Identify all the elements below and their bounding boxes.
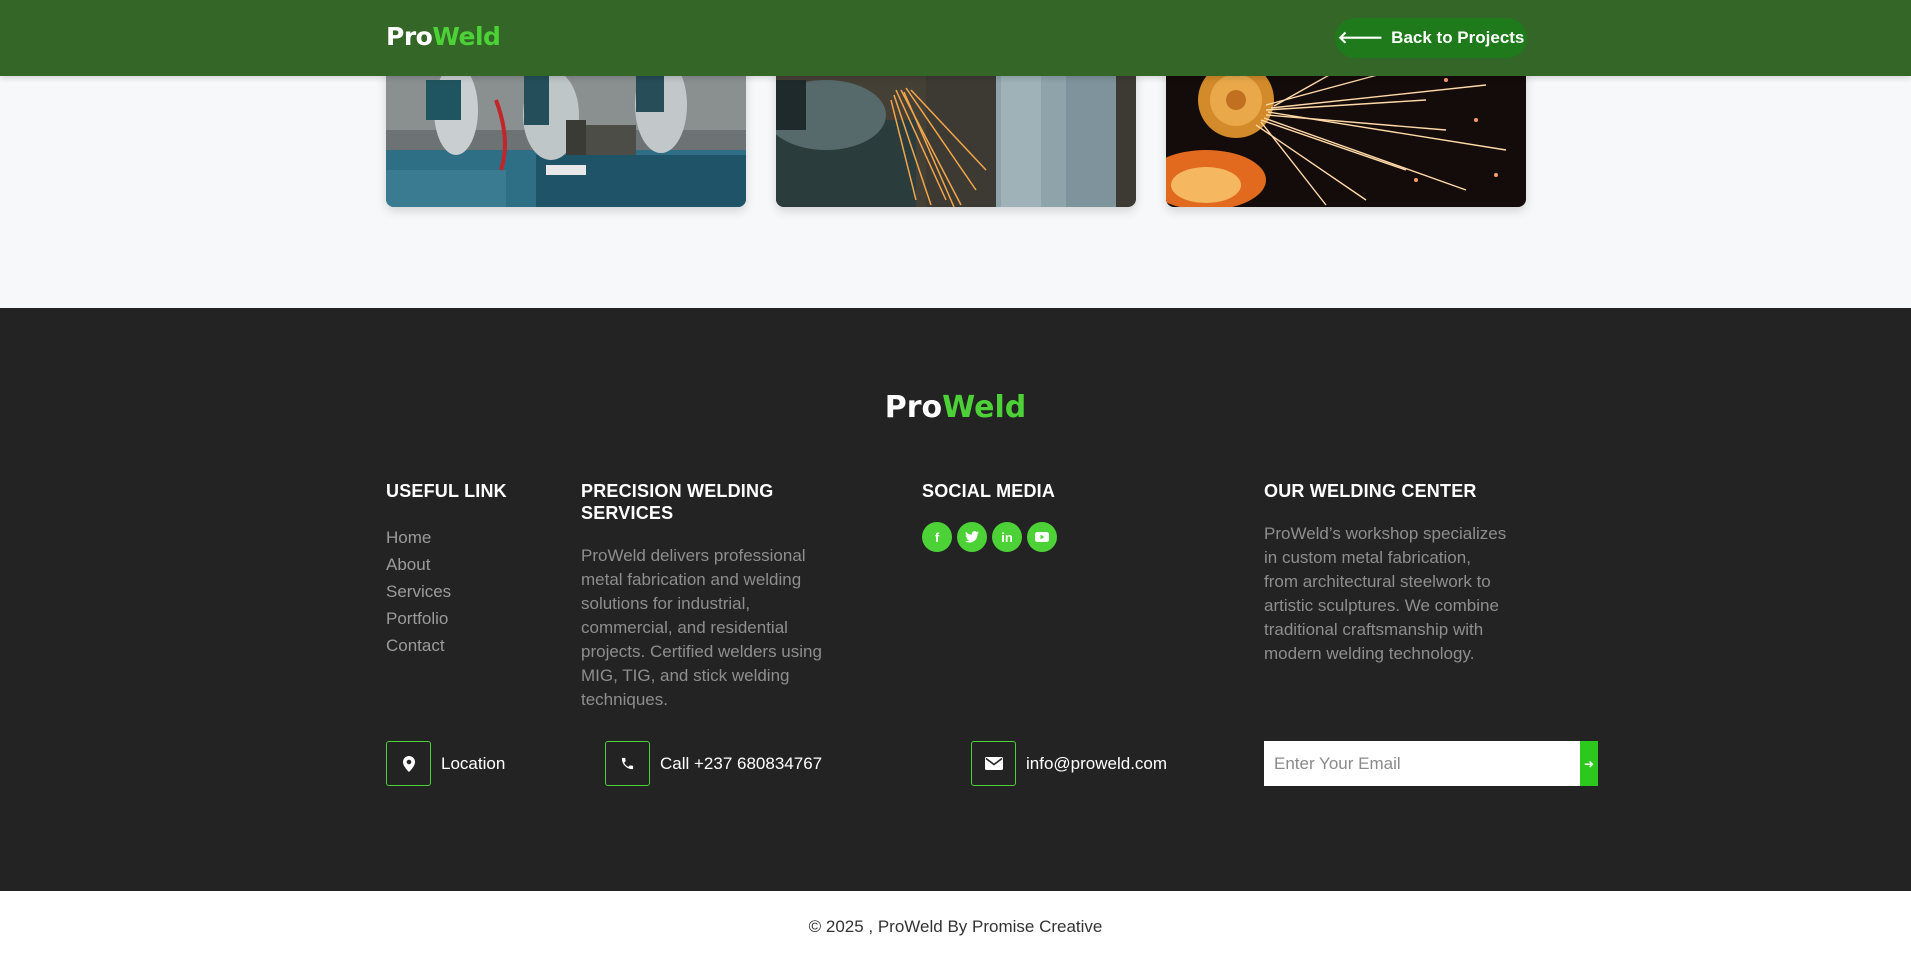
footer-link-home[interactable]: Home (386, 524, 451, 551)
services-title: PRECISION WELDING SERVICES (581, 480, 773, 524)
location-label: Location (441, 753, 506, 773)
gallery-image-angle-grinder[interactable] (1166, 60, 1526, 207)
contact-email[interactable]: info@proweld.com (971, 741, 1167, 786)
footer-logo-pro: Pro (884, 390, 943, 425)
youtube-icon[interactable] (1027, 522, 1057, 552)
center-line: traditional craftsmanship with (1264, 620, 1484, 639)
footer: ProWeld USEFUL LINK Home About Services … (0, 308, 1911, 891)
logo[interactable]: ProWeld (386, 22, 501, 51)
twitter-icon[interactable] (957, 522, 987, 552)
services-line: ProWeld delivers professional (581, 546, 806, 565)
center-line: from architectural steelwork to (1264, 572, 1491, 591)
services-line: projects. Certified welders using (581, 642, 822, 661)
facebook-icon[interactable]: f (922, 522, 952, 552)
welding-center-description: ProWeld’s workshop specializes in custom… (1264, 522, 1506, 666)
gallery-image-welders[interactable] (386, 60, 746, 207)
center-line: ProWeld’s workshop specializes (1264, 524, 1507, 543)
back-to-projects-button[interactable]: 🡐 Back to Projects (1335, 18, 1527, 58)
contact-location[interactable]: Location (386, 741, 505, 786)
welding-center-title: OUR WELDING CENTER (1264, 481, 1477, 501)
back-button-label: Back to Projects (1391, 28, 1525, 47)
footer-logo-weld: Weld (942, 390, 1027, 425)
services-line: metal fabrication and welding (581, 570, 802, 589)
footer-link-contact[interactable]: Contact (386, 632, 451, 659)
logo-weld: Weld (432, 22, 501, 51)
social-icons: f in (922, 522, 1057, 552)
grinding-photo (776, 60, 1136, 207)
services-description: ProWeld delivers professional metal fabr… (581, 544, 822, 712)
gallery-image-grinding[interactable] (776, 60, 1136, 207)
footer-logo[interactable]: ProWeld (0, 390, 1911, 425)
welders-photo (386, 60, 746, 207)
newsletter-submit-button[interactable]: ➜ (1580, 741, 1598, 786)
copyright-text: © 2025 , ProWeld By Promise Creative (808, 917, 1103, 936)
arrow-right-icon: ➜ (1583, 756, 1595, 771)
footer-link-services[interactable]: Services (386, 578, 451, 605)
newsletter-form: ➜ (1264, 741, 1598, 786)
phone-label: Call +237 680834767 (660, 753, 823, 773)
social-media-title: SOCIAL MEDIA (922, 481, 1056, 501)
navbar: ProWeld 🡐 Back to Projects (0, 0, 1911, 76)
footer-link-about[interactable]: About (386, 551, 451, 578)
newsletter-email-input[interactable] (1264, 741, 1580, 786)
envelope-icon (971, 741, 1016, 786)
logo-pro: Pro (386, 22, 433, 51)
center-line: in custom metal fabrication, (1264, 548, 1471, 567)
copyright-bar: © 2025 , ProWeld By Promise Creative (0, 891, 1911, 963)
useful-links-list: Home About Services Portfolio Contact (386, 524, 451, 659)
services-line: techniques. (581, 690, 668, 709)
services-line: commercial, and residential (581, 618, 788, 637)
phone-icon (605, 741, 650, 786)
center-line: modern welding technology. (1264, 644, 1475, 663)
contact-phone[interactable]: Call +237 680834767 (605, 741, 822, 786)
linkedin-icon[interactable]: in (992, 522, 1022, 552)
footer-link-portfolio[interactable]: Portfolio (386, 605, 451, 632)
center-line: artistic sculptures. We combine (1264, 596, 1499, 615)
email-label: info@proweld.com (1026, 753, 1168, 773)
arrow-left-icon: 🡐 (1337, 28, 1384, 47)
services-title-line2: SERVICES (581, 503, 674, 523)
services-line: MIG, TIG, and stick welding (581, 666, 790, 685)
angle-grinder-photo (1166, 60, 1526, 207)
useful-link-title: USEFUL LINK (386, 481, 507, 501)
services-title-line1: PRECISION WELDING (581, 481, 774, 501)
map-pin-icon (386, 741, 431, 786)
services-line: solutions for industrial, (581, 594, 751, 613)
